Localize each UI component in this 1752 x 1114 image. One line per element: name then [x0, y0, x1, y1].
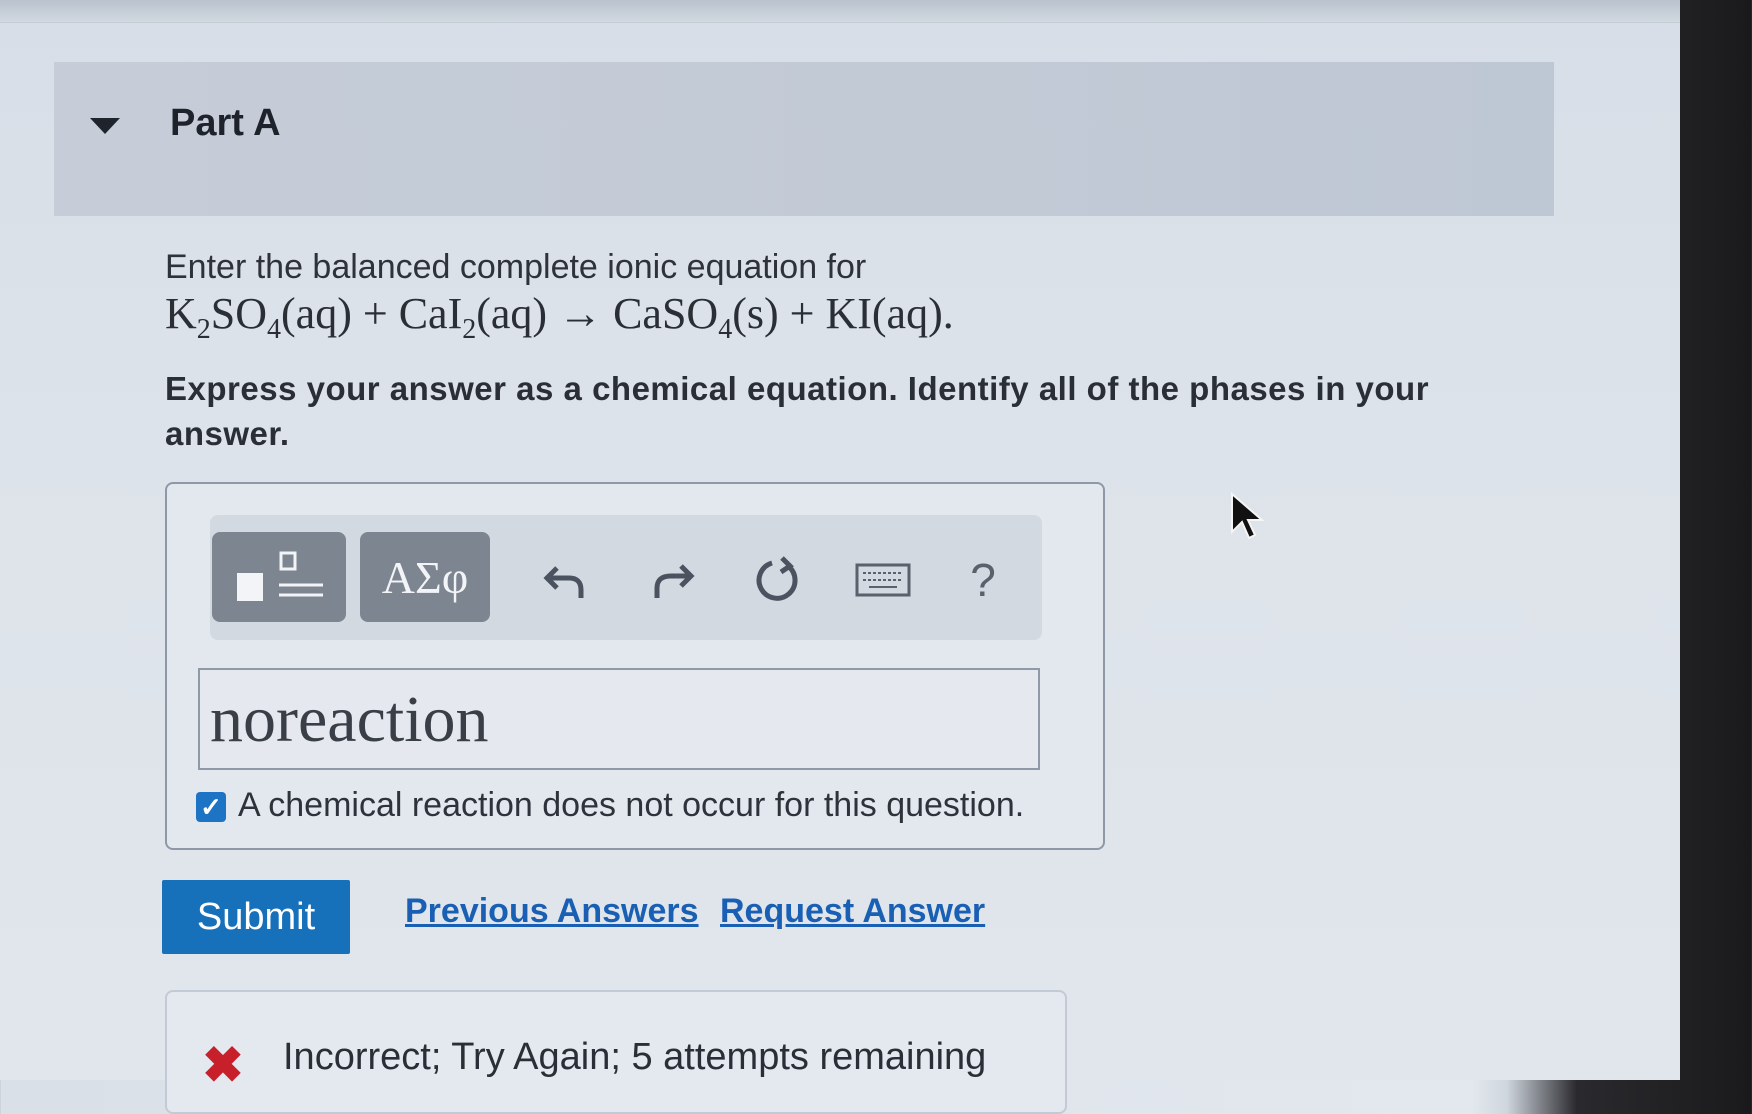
keyboard-icon[interactable] [854, 556, 912, 604]
previous-answers-link[interactable]: Previous Answers [405, 892, 699, 931]
incorrect-x-icon: ✖ [202, 1037, 244, 1093]
no-reaction-label: A chemical reaction does not occur for t… [238, 786, 1025, 824]
request-answer-link[interactable]: Request Answer [720, 892, 985, 931]
redo-icon[interactable] [648, 556, 698, 604]
greek-symbols-button[interactable]: ΑΣφ [360, 532, 490, 622]
undo-icon[interactable] [540, 556, 590, 604]
question-prompt: Enter the balanced complete ionic equati… [165, 248, 867, 286]
reset-icon[interactable] [750, 556, 806, 604]
checkmark-icon: ✓ [200, 791, 222, 822]
part-title: Part A [170, 102, 281, 144]
mouse-pointer-icon [1231, 492, 1265, 540]
help-icon[interactable]: ? [960, 554, 1006, 606]
feedback-message: Incorrect; Try Again; 5 attempts remaini… [283, 1036, 987, 1078]
collapse-caret-icon[interactable] [90, 118, 120, 134]
top-bar [0, 0, 1680, 23]
chemical-equation: K2SO4(aq) + CaI2(aq) → CaSO4(s) + KI(aq)… [165, 289, 954, 345]
no-reaction-checkbox[interactable]: ✓ [196, 792, 226, 822]
answer-input[interactable]: noreaction [198, 668, 1040, 770]
submit-button[interactable]: Submit [162, 880, 350, 954]
answer-instruction: Express your answer as a chemical equati… [165, 370, 1430, 452]
template-icon [237, 551, 323, 601]
template-button[interactable] [212, 532, 346, 622]
